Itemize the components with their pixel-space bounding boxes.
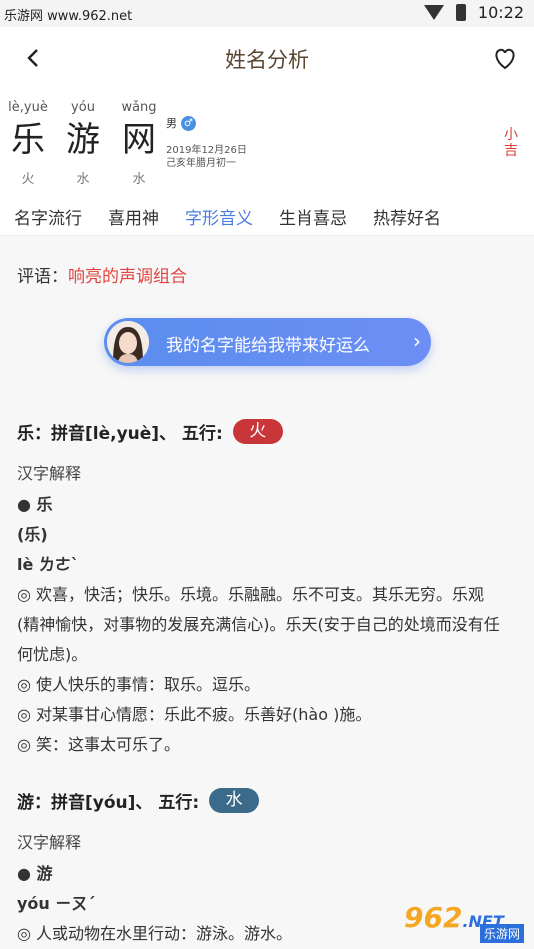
male-icon: ♂ <box>181 115 196 131</box>
tab-recommended-names[interactable]: 热荐好名 <box>373 194 441 235</box>
app-header: 姓名分析 <box>0 27 534 90</box>
tab-bar: 名字流行 喜用神 字形音义 生肖喜忌 热荐好名 <box>0 194 534 241</box>
name-card: lè,yuè 乐 火 yóu 游 水 wǎng 网 水 男 ♂ 2019年12月… <box>0 90 534 194</box>
birth-lunar: 己亥年腊月初一 <box>166 158 236 169</box>
pinyin: wǎng <box>121 100 157 115</box>
comment-value: 响亮的声调组合 <box>68 267 187 287</box>
hanzi: 网 <box>122 120 156 160</box>
wifi-icon <box>423 5 444 20</box>
fortune-tag: 小吉 <box>504 127 518 159</box>
definition-line: ◎ 笑：这事太可乐了。 <box>17 735 181 754</box>
status-time: 10:22 <box>477 3 524 22</box>
section-subtitle: 汉字解释 <box>17 833 82 852</box>
tab-popularity[interactable]: 名字流行 <box>14 194 82 235</box>
tab-character-meaning[interactable]: 字形音义 <box>185 194 253 241</box>
name-char-2: yóu 游 水 <box>58 100 108 187</box>
pinyin: lè,yuè <box>8 100 48 115</box>
section-subtitle: 汉字解释 <box>17 464 82 483</box>
definition-line: 何忧虑)。 <box>17 645 88 664</box>
pinyin: yóu <box>71 100 95 115</box>
section-heading: 乐：拼音[lè,yuè]、 五行: <box>17 424 223 444</box>
tab-zodiac[interactable]: 生肖喜忌 <box>279 194 347 235</box>
gender-row: 男 ♂ <box>166 115 196 131</box>
definition-line: ◎ 对某事甘心情愿：乐此不疲。乐善好(hào )施。 <box>17 705 372 724</box>
definition-line: (精神愉快，对事物的发展充满信心)。乐天(安于自己的处境而没有任 <box>17 615 500 634</box>
girl-avatar-icon <box>107 321 149 363</box>
birth-date: 2019年12月26日 己亥年腊月初一 <box>166 144 247 170</box>
banner-text: 我的名字能给我带来好运么 <box>166 336 370 356</box>
gender-label: 男 <box>166 117 177 130</box>
wuxing-label: 水 <box>132 172 146 187</box>
wuxing-badge: 火 <box>232 419 283 444</box>
definition-line: ● 游 <box>17 864 53 883</box>
heart-icon <box>495 48 515 70</box>
avatar <box>107 321 149 363</box>
content-area: 评语：响亮的声调组合 我的名字能给我带来好运么 › 乐：拼音[lè,yuè]、 … <box>0 236 534 949</box>
tab-favorable-god[interactable]: 喜用神 <box>108 194 159 235</box>
lucky-name-banner-button[interactable]: 我的名字能给我带来好运么 › <box>104 318 431 366</box>
status-site-text: 乐游网 www.962.net <box>4 9 133 24</box>
comment-row: 评语：响亮的声调组合 <box>17 262 187 287</box>
favorite-button[interactable] <box>490 43 520 73</box>
definition-line: ◎ 欢喜，快活；快乐。乐境。乐融融。乐不可支。其乐无穷。乐观 <box>17 585 485 604</box>
section-heading: 游：拼音[yóu]、 五行: <box>17 793 200 813</box>
definition-line: ◎ 使人快乐的事情：取乐。逗乐。 <box>17 675 261 694</box>
wuxing-badge: 水 <box>209 788 260 813</box>
birth-solar: 2019年12月26日 <box>166 145 247 156</box>
definition-line: ● 乐 <box>17 495 53 514</box>
hanzi: 游 <box>66 120 100 160</box>
definition-line: (乐) <box>17 525 48 544</box>
site-watermark-logo: 962.NET 乐游网 <box>400 901 528 943</box>
char-section-le: 乐：拼音[lè,yuè]、 五行: 火 汉字解释 ● 乐 (乐) lè ㄌㄜˋ … <box>17 419 517 760</box>
wuxing-label: 水 <box>76 172 90 187</box>
chevron-right-icon: › <box>413 329 421 353</box>
battery-icon <box>455 4 466 21</box>
name-char-1: lè,yuè 乐 火 <box>3 100 53 187</box>
name-char-3: wǎng 网 水 <box>114 100 164 187</box>
comment-label: 评语： <box>17 267 68 287</box>
hanzi: 乐 <box>11 120 45 160</box>
wuxing-label: 火 <box>21 172 35 187</box>
definition-line: lè ㄌㄜˋ <box>17 555 79 574</box>
status-bar: 乐游网 www.962.net 10:22 <box>0 0 534 27</box>
page-title: 姓名分析 <box>225 48 309 72</box>
